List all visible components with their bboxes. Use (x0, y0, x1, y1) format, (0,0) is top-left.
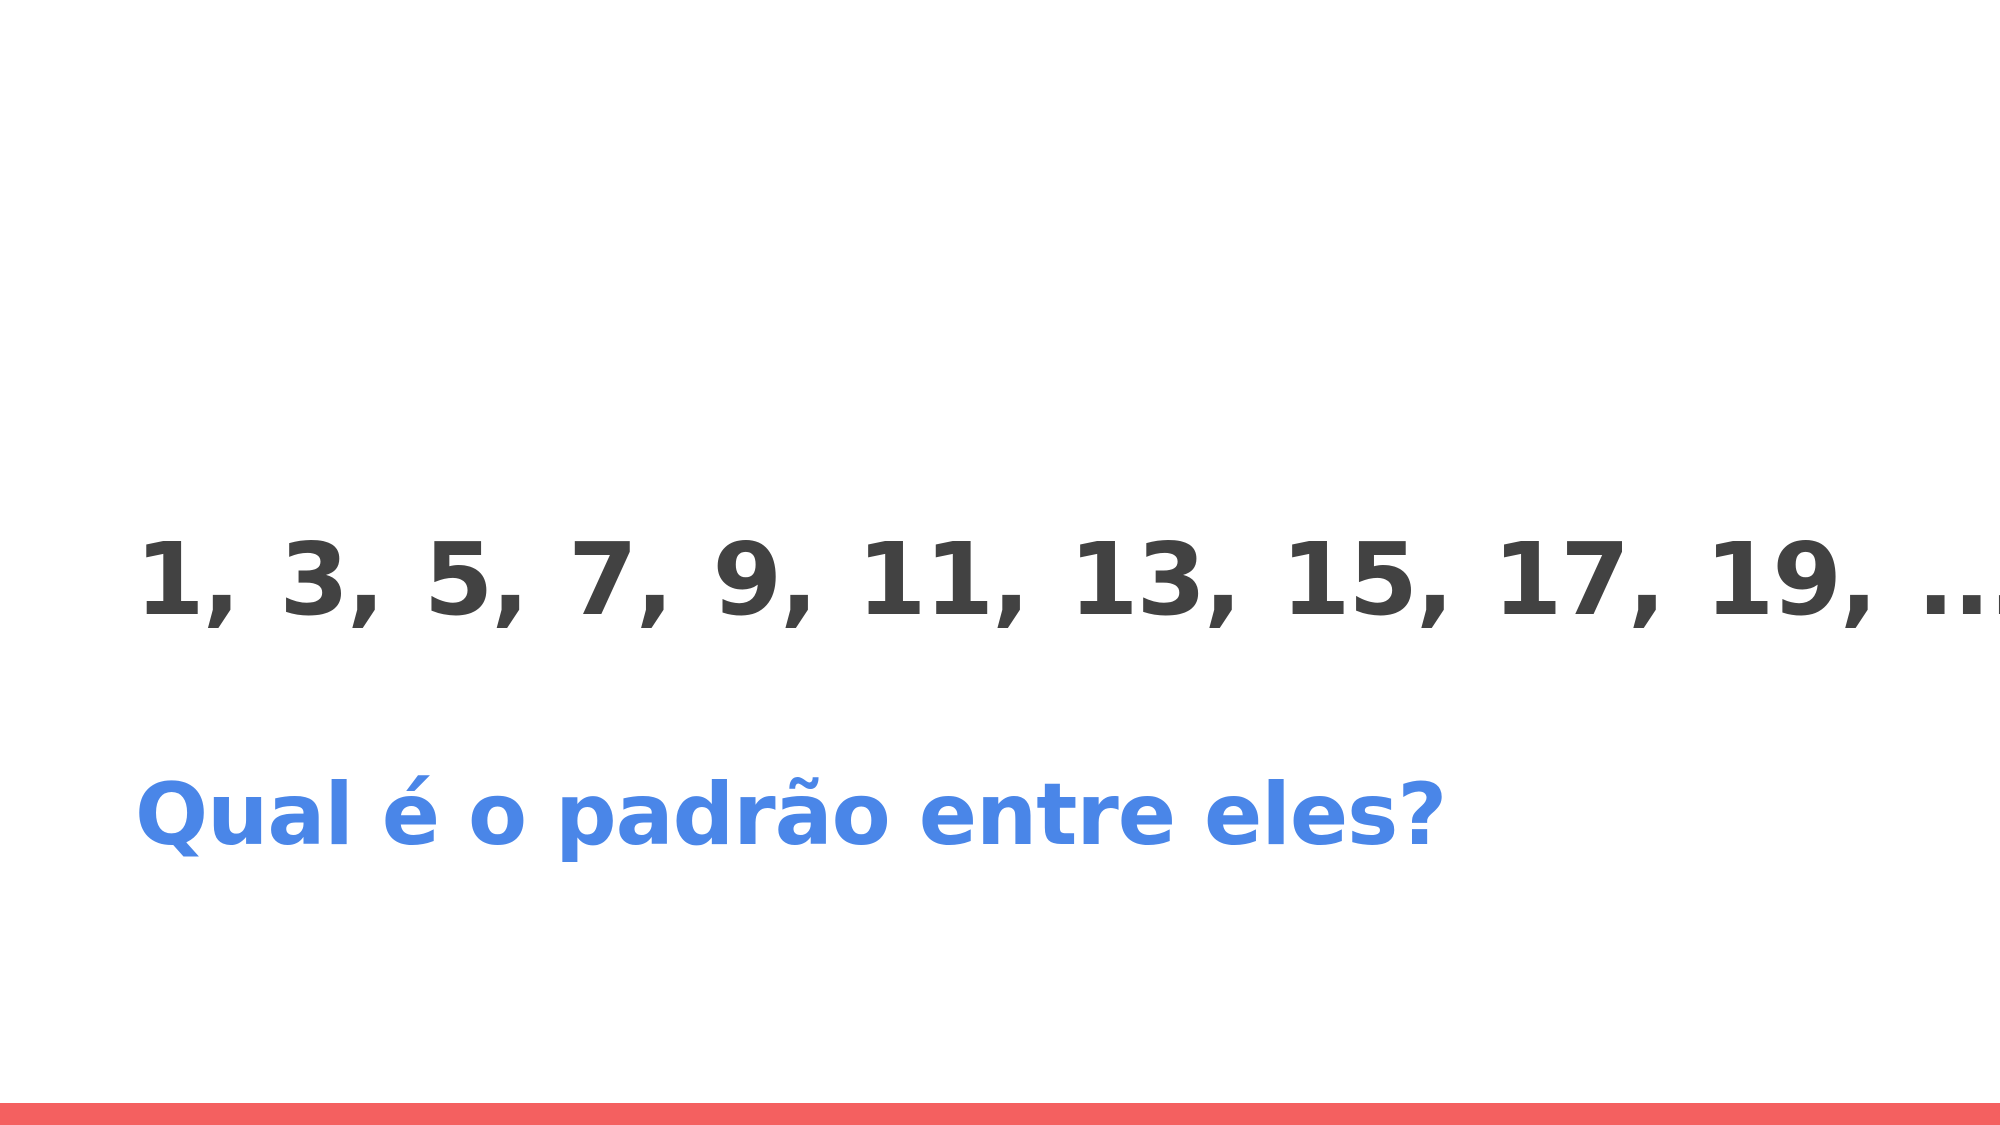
question-text: Qual é o padrão entre eles? (135, 765, 1447, 865)
accent-bar (0, 1103, 2000, 1125)
number-sequence: 1, 3, 5, 7, 9, 11, 13, 15, 17, 19, ... (135, 521, 2000, 638)
slide: 1, 3, 5, 7, 9, 11, 13, 15, 17, 19, ... Q… (0, 0, 2000, 1125)
